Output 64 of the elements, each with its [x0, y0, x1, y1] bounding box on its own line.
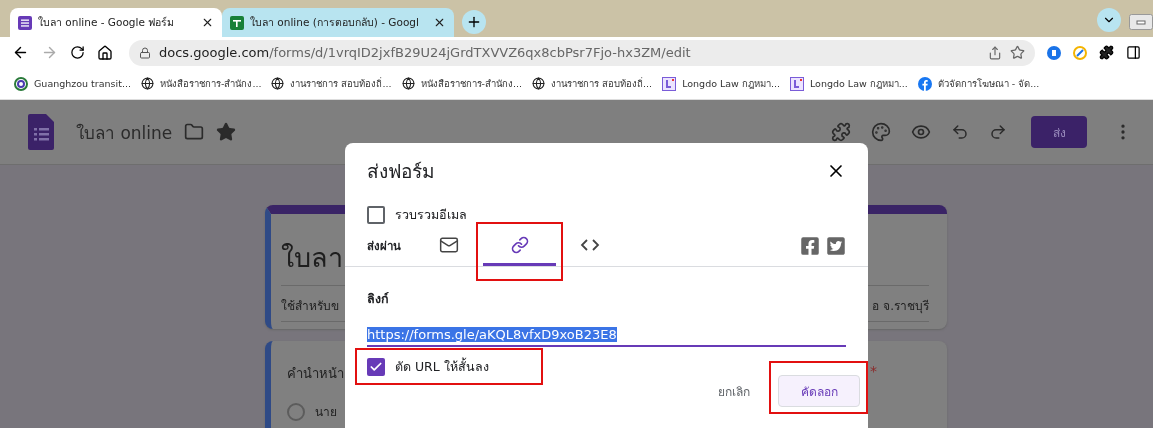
- address-bar[interactable]: docs.google.com/forms/d/1vrqID2jxfB29U24jGrdTXVVZ6qx8cbPsr7Fjo-hx3ZM/edit: [129, 39, 1035, 66]
- question-title: คำนำหน้า: [287, 365, 344, 383]
- side-panel-icon[interactable]: [1126, 45, 1141, 60]
- bookmark[interactable]: ตัวจัดการโฆษณา - จัด...: [917, 76, 1040, 91]
- home-icon[interactable]: [97, 44, 113, 61]
- star-icon[interactable]: [216, 122, 237, 142]
- add-ons-icon[interactable]: [831, 122, 851, 142]
- bookmark[interactable]: Guanghzou transit...: [14, 76, 131, 91]
- close-icon[interactable]: [201, 16, 214, 29]
- forms-icon: [28, 114, 54, 150]
- globe-icon: [140, 77, 154, 90]
- radio-button[interactable]: [287, 402, 305, 421]
- url-field[interactable]: https://forms.gle/aKQL8vfxD9xoB23E8: [367, 327, 846, 347]
- option-label: นาย: [315, 404, 337, 421]
- send-via-label: ส่งผ่าน: [367, 237, 402, 255]
- bookmark[interactable]: งานราชการ สอบท้องถิ่...: [271, 76, 392, 91]
- checkbox-label: ตัด URL ให้สั้นลง: [395, 357, 489, 376]
- form-description: ใช้สำหรับข: [281, 298, 339, 315]
- back-icon[interactable]: [12, 44, 29, 61]
- new-tab-button[interactable]: [462, 10, 486, 34]
- send-button[interactable]: ส่ง: [1031, 116, 1087, 148]
- forms-icon: [18, 15, 32, 30]
- facebook-icon: [917, 76, 932, 91]
- bookmark[interactable]: Longdo Law กฎหมา...: [662, 76, 780, 91]
- lock-icon: [139, 46, 151, 59]
- bookmark[interactable]: งานราชการ สอบท้องถิ่...: [532, 76, 653, 91]
- bookmark[interactable]: หนังสือราชการ-สำนักง...: [140, 76, 262, 91]
- palette-icon[interactable]: [871, 122, 891, 142]
- globe-icon: [532, 77, 546, 90]
- check-icon: [369, 360, 383, 374]
- form-description: อ จ.ราชบุรี: [872, 298, 929, 315]
- compass-icon[interactable]: [1073, 45, 1087, 60]
- plus-icon: [466, 14, 482, 30]
- cancel-button[interactable]: ยกเลิก: [712, 380, 756, 402]
- undo-icon[interactable]: [951, 123, 969, 141]
- dialog-title: ส่งฟอร์ม: [367, 159, 435, 184]
- bookmark[interactable]: หนังสือราชการ-สำนักง...: [401, 76, 523, 91]
- globe-icon: [401, 77, 415, 90]
- link-label: ลิงก์: [367, 290, 390, 308]
- folder-icon[interactable]: [184, 122, 205, 142]
- share-icon[interactable]: [988, 45, 1002, 60]
- browser-tab[interactable]: ใบลา online (การตอบกลับ) - Googl: [222, 8, 454, 37]
- preview-icon[interactable]: [911, 122, 931, 142]
- tab-search-button[interactable]: [1097, 8, 1121, 32]
- globe-icon: [271, 77, 285, 90]
- extension-icon[interactable]: [1047, 45, 1061, 60]
- form-name: ใบลา online: [76, 121, 173, 145]
- browser-tab[interactable]: ใบลา online - Google ฟอร์ม: [10, 8, 222, 37]
- copy-button[interactable]: คัดลอก: [778, 375, 860, 407]
- checkbox[interactable]: [367, 206, 385, 224]
- code-icon: [580, 237, 600, 252]
- bookmark[interactable]: Longdo Law กฎหมา...: [790, 76, 908, 91]
- sheets-icon: [230, 15, 244, 30]
- twitter-icon[interactable]: [826, 235, 846, 256]
- checkbox[interactable]: [367, 358, 385, 376]
- extensions-icon[interactable]: [1099, 45, 1114, 60]
- link-icon: [510, 235, 529, 254]
- required-mark: *: [870, 363, 877, 381]
- redo-icon[interactable]: [989, 123, 1007, 141]
- reload-icon[interactable]: [70, 45, 85, 60]
- checkbox-label: รวบรวมอีเมล: [395, 206, 467, 224]
- star-icon[interactable]: [1010, 45, 1025, 60]
- close-icon[interactable]: [433, 16, 446, 29]
- facebook-icon[interactable]: [800, 235, 820, 256]
